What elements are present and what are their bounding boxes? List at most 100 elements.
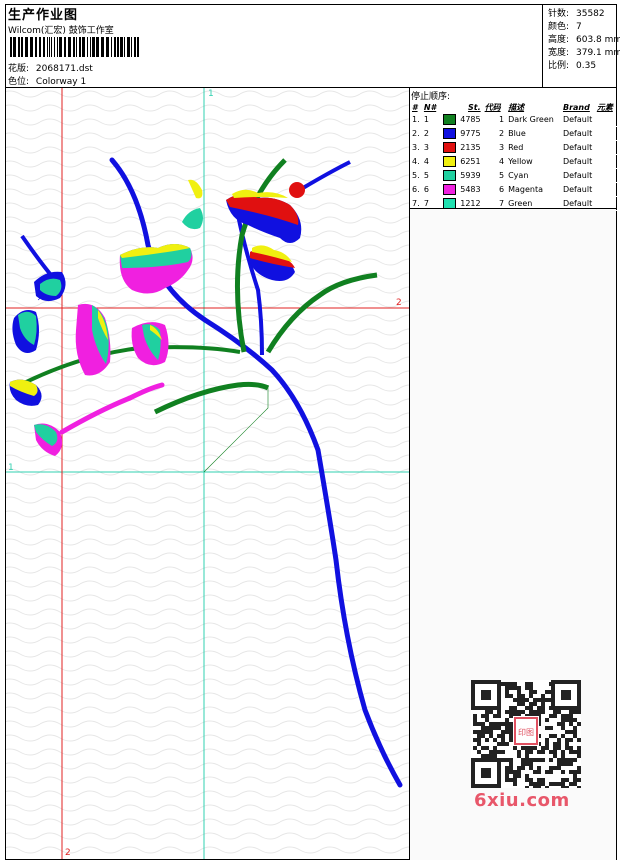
- stop-row: 3. 3 2135 3 Red Default: [410, 141, 620, 155]
- thread-brand: Default: [562, 157, 593, 166]
- stitches-value: 35582: [576, 9, 605, 19]
- stop-sequence-table: # N# St. 代码 描述 Brand 元素 1. 1 4785 1 Dark Gre…: [410, 101, 620, 211]
- software-label: Wilcom(汇宏) 鼓饰工作室: [8, 26, 114, 36]
- scale-stat: 比例: 0.35: [548, 58, 596, 71]
- barcode: [10, 37, 139, 57]
- width-stat: 宽度: 379.1 mm: [548, 45, 620, 58]
- stop-number: 2.: [412, 129, 420, 138]
- needle-number: 6: [423, 185, 430, 194]
- stop-row: 4. 4 6251 4 Yellow Default: [410, 155, 620, 169]
- stitch-count: 9775: [460, 129, 481, 138]
- thread-brand: Default: [562, 171, 593, 180]
- stop-number: 5.: [412, 171, 420, 180]
- stitch-count: 6251: [460, 157, 481, 166]
- watermark-brand: 6xiu.com: [474, 790, 570, 811]
- col-stitches: St.: [467, 102, 481, 112]
- element: [595, 113, 620, 127]
- colorway-label: 色位:: [8, 77, 30, 87]
- element: [595, 141, 620, 155]
- color-code: 4: [499, 157, 505, 166]
- color-description: Red: [508, 143, 524, 152]
- height-stat: 高度: 603.8 mm: [548, 32, 620, 45]
- thread-color-icon: [443, 184, 457, 195]
- width-label: 宽度:: [548, 48, 570, 58]
- colorway-row: 色位: Colorway 1: [8, 74, 86, 87]
- fabric-background: [6, 88, 409, 859]
- seal-text: 印图: [518, 728, 534, 737]
- element: [595, 155, 620, 169]
- color-description: Dark Green: [508, 115, 554, 124]
- colors-stat: 颜色: 7: [548, 19, 582, 32]
- thread-color-icon: [443, 170, 457, 181]
- color-code: 6: [499, 185, 505, 194]
- needle-number: 2: [423, 129, 430, 138]
- needle-number: 1: [423, 115, 430, 124]
- col-description: 描述: [508, 102, 525, 112]
- thread-brand: Default: [562, 115, 593, 124]
- design-value: 2068171.dst: [35, 64, 93, 74]
- needle-number: 4: [423, 157, 430, 166]
- stop-row: 5. 5 5939 5 Cyan Default: [410, 169, 620, 183]
- color-swatch: 9775: [441, 127, 482, 141]
- stop-number: 4.: [412, 157, 420, 166]
- thread-color-icon: [443, 156, 457, 167]
- color-code: 1: [499, 115, 505, 124]
- design-label: 花版:: [8, 64, 30, 74]
- stitches-stat: 针数: 35582: [548, 6, 605, 19]
- qr-code: 印图: [471, 680, 581, 788]
- embroidery-design: [6, 88, 409, 859]
- color-code: 5: [499, 171, 505, 180]
- height-value: 603.8 mm: [576, 35, 620, 45]
- stop-number: 6.: [412, 185, 420, 194]
- color-swatch: 4785: [441, 113, 482, 127]
- stop-row: 6. 6 5483 6 Magenta Default: [410, 183, 620, 197]
- stitch-count: 2135: [460, 143, 481, 152]
- thread-color-icon: [443, 128, 457, 139]
- stop-row: 1. 1 4785 1 Dark Green Default: [410, 113, 620, 127]
- color-swatch: 2135: [441, 141, 482, 155]
- color-code: 3: [499, 143, 505, 152]
- design-name-row: 花版: 2068171.dst: [8, 61, 93, 74]
- stop-number: 3.: [412, 143, 420, 152]
- stitches-label: 针数:: [548, 9, 570, 19]
- needle-number: 3: [423, 143, 430, 152]
- color-description: Blue: [508, 129, 526, 138]
- thread-color-icon: [443, 142, 457, 153]
- color-code: 2: [499, 129, 505, 138]
- col-needle: N#: [423, 102, 437, 112]
- color-swatch: 5939: [441, 169, 482, 183]
- thread-color-icon: [443, 114, 457, 125]
- axis-label-h2: 2: [396, 298, 402, 308]
- axis-label-h1: 1: [8, 463, 14, 473]
- color-swatch: 5483: [441, 183, 482, 197]
- col-brand: Brand: [562, 102, 590, 112]
- sheet-title: 生产作业图: [8, 8, 79, 23]
- col-code: 代码: [484, 102, 501, 112]
- color-description: Yellow: [508, 157, 533, 166]
- width-value: 379.1 mm: [576, 48, 620, 58]
- thread-brand: Default: [562, 143, 593, 152]
- element: [595, 127, 620, 141]
- element: [595, 169, 620, 183]
- scale-label: 比例:: [548, 61, 570, 71]
- flower-red-bud: [289, 182, 305, 198]
- stitch-count: 1212: [460, 199, 481, 208]
- colorway-value: Colorway 1: [35, 77, 87, 87]
- axis-label-v2: 2: [65, 848, 71, 858]
- color-swatch: 6251: [441, 155, 482, 169]
- axis-label-v1: 1: [208, 89, 214, 99]
- height-label: 高度:: [548, 35, 570, 45]
- col-element: 元素: [596, 102, 613, 112]
- colors-label: 颜色:: [548, 22, 570, 32]
- stitch-count: 4785: [460, 115, 481, 124]
- stop-number: 1.: [412, 115, 420, 124]
- stitch-count: 5483: [460, 185, 481, 194]
- thread-brand: Default: [562, 185, 593, 194]
- scale-value: 0.35: [576, 61, 597, 71]
- colors-value: 7: [576, 22, 582, 32]
- color-description: Cyan: [508, 171, 529, 180]
- col-num: #: [412, 102, 418, 112]
- color-description: Magenta: [508, 185, 544, 194]
- needle-number: 5: [423, 171, 430, 180]
- stop-table-header: # N# St. 代码 描述 Brand 元素: [410, 101, 620, 113]
